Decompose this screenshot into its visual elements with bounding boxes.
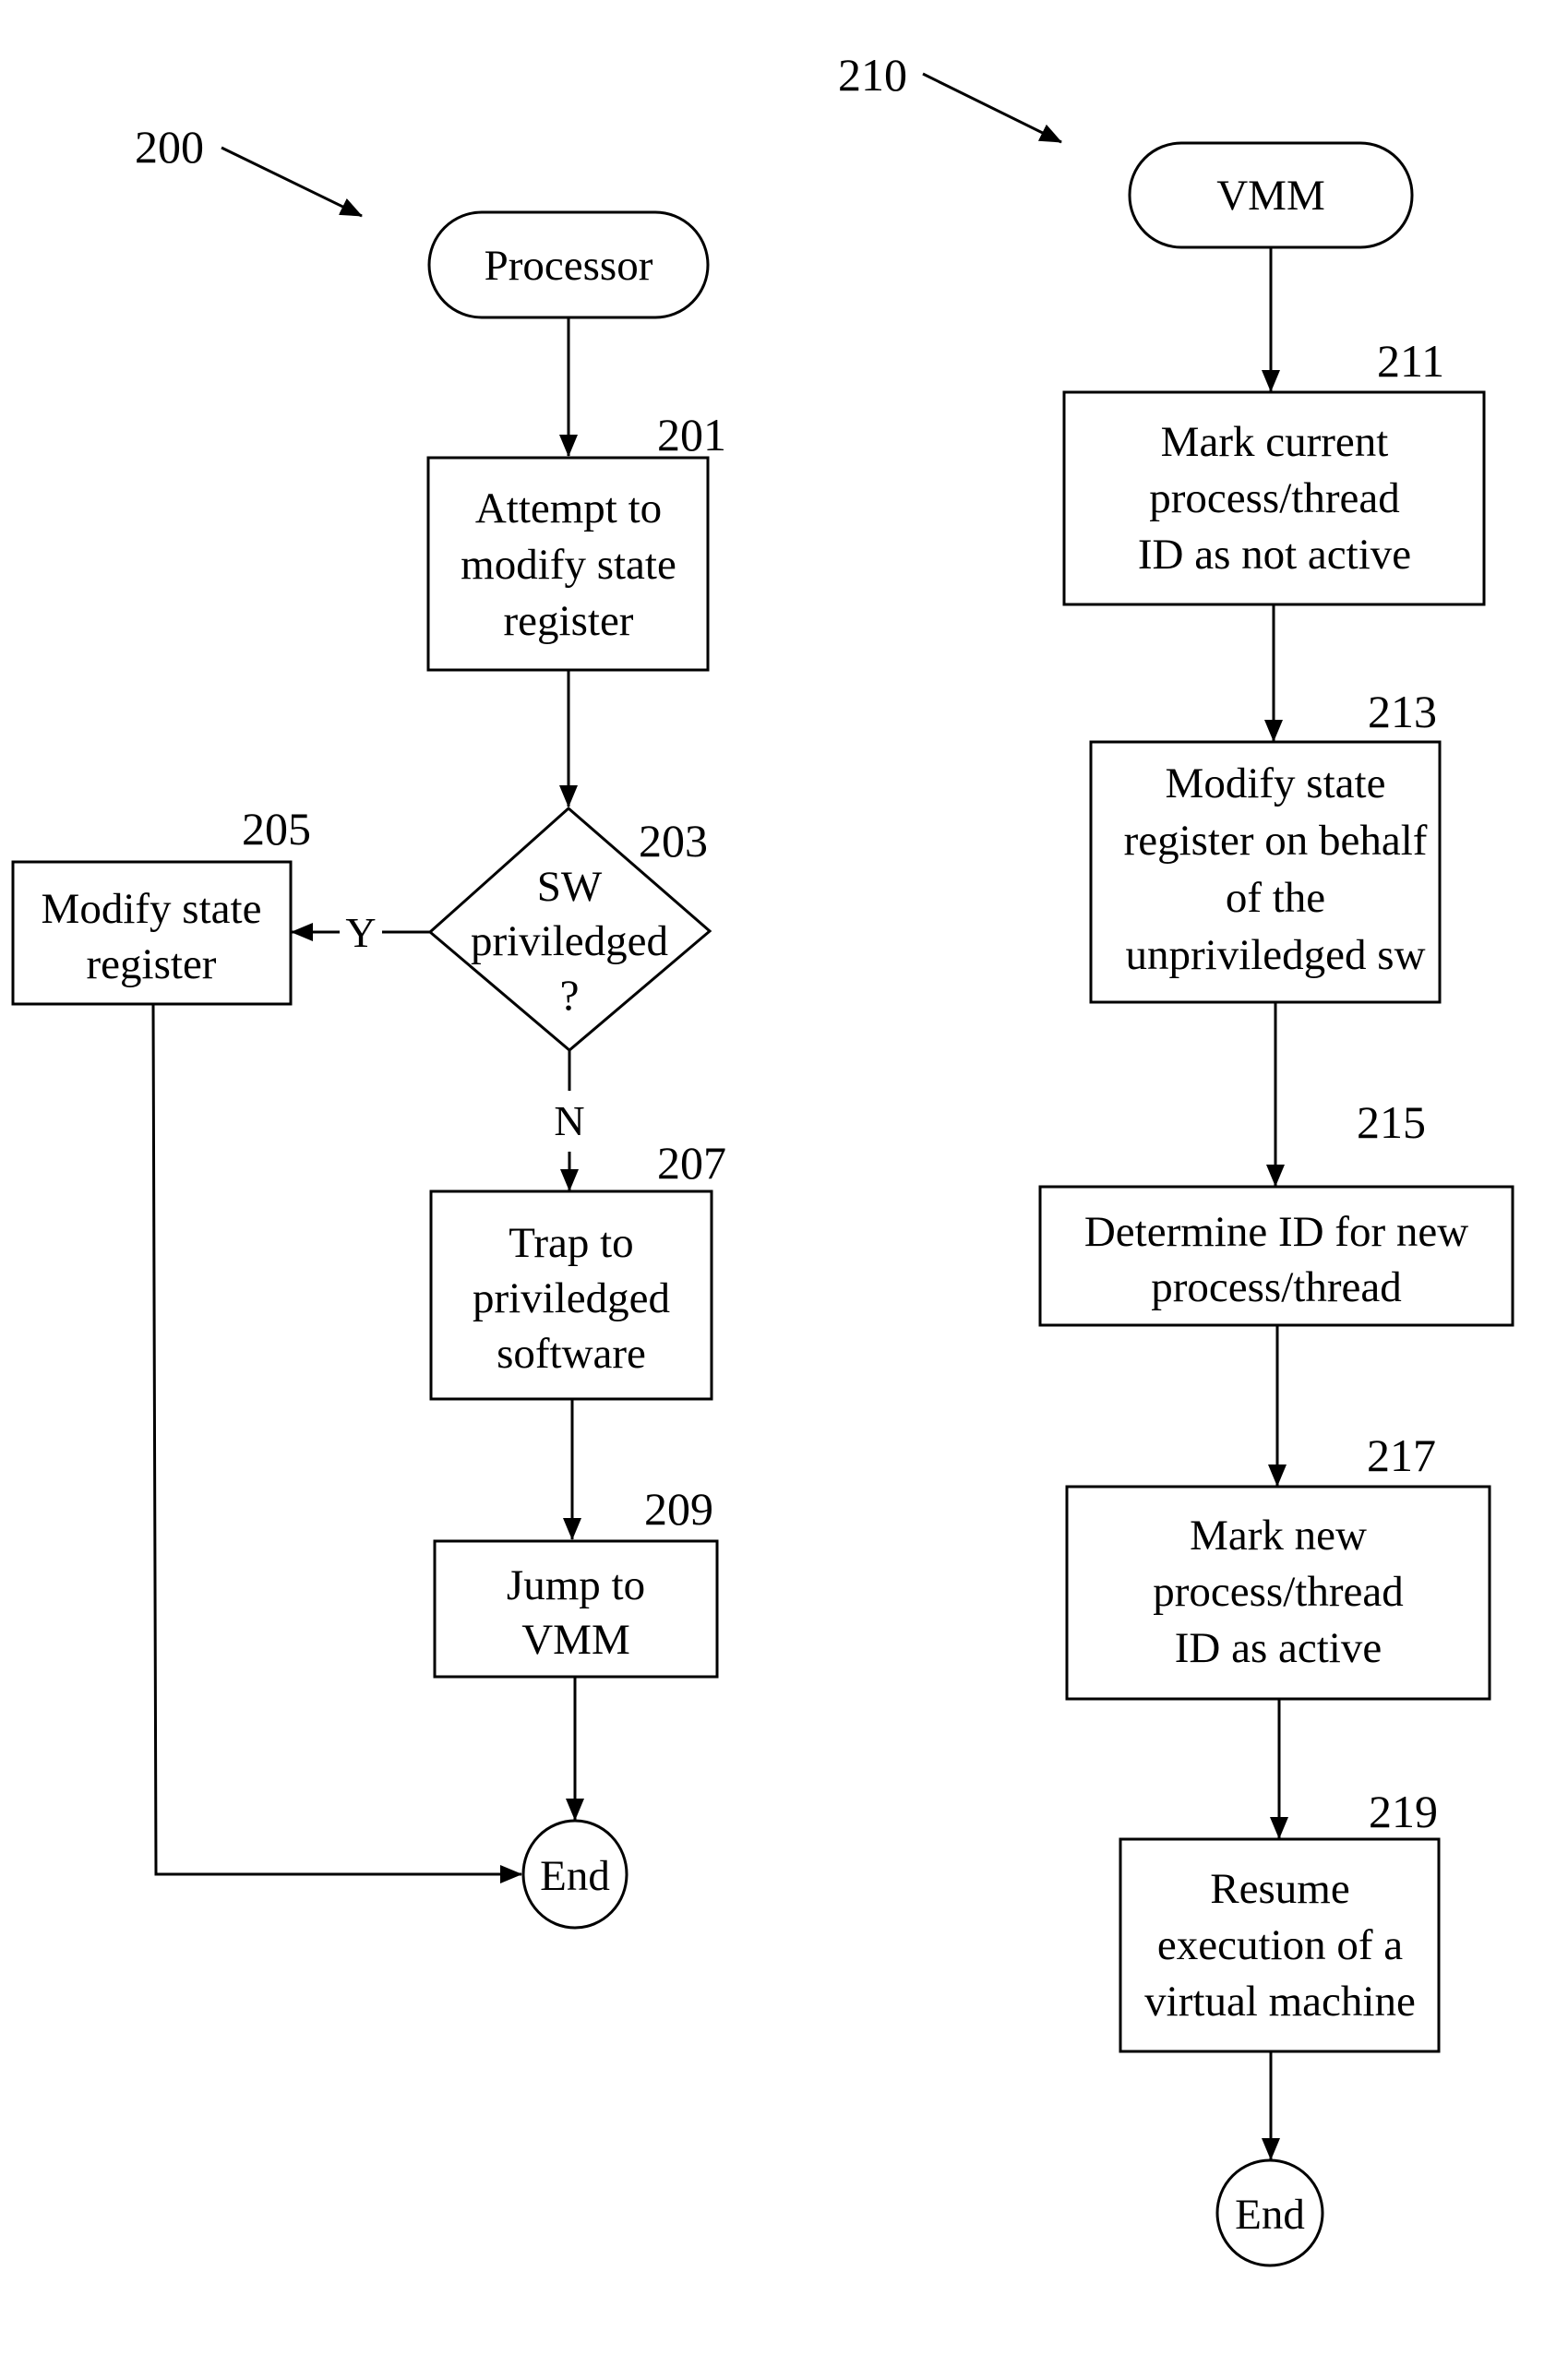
step-219-line-3: virtual machine [1144,1978,1416,2026]
yes-label: Y [345,909,376,956]
step-213: 213 Modify state register on behalf of t… [1089,686,1442,1004]
step-201: 201 Attempt to modify state register [426,409,726,672]
start-label: VMM [1216,172,1325,220]
step-205-line-1: Modify state [42,885,262,933]
decision-203: 203 SW priviledged ? [427,807,712,1052]
step-217-line-3: ID as active [1175,1624,1382,1672]
ref-label-203: 203 [639,815,708,867]
step-201-line-2: modify state [461,541,676,589]
step-201-line-3: register [504,597,634,645]
left-flow: 200 Processor 201 Attempt to modify stat… [11,121,726,1930]
ref-label-217: 217 [1367,1429,1436,1481]
step-205-line-2: register [87,940,217,988]
end-label-left: End [540,1852,610,1900]
end-label-right: End [1235,2191,1305,2239]
ref-label-219: 219 [1369,1786,1438,1837]
start-node-processor: Processor [427,210,710,319]
step-209-line-1: Jump to [507,1561,645,1609]
step-205: 205 Modify state register [11,803,311,1006]
step-215-line-2: process/thread [1151,1263,1401,1311]
ref-label-213: 213 [1368,686,1437,737]
ref-label-207: 207 [657,1137,726,1189]
end-node-right: End [1215,2158,1324,2267]
step-207-line-3: software [497,1330,646,1378]
step-211-line-3: ID as not active [1138,531,1411,579]
step-217-line-1: Mark new [1190,1512,1367,1560]
right-flow: 210 VMM 211 Mark current process/thread … [838,49,1514,2267]
no-label: N [554,1097,584,1144]
step-207-line-2: priviledged [473,1274,670,1322]
step-213-line-1: Modify state [1166,759,1386,807]
ref-pointer-arrow-200 [221,146,363,218]
step-217-line-2: process/thread [1153,1568,1403,1616]
step-209-line-2: VMM [521,1616,630,1664]
end-node-left: End [521,1819,628,1930]
ref-label-215: 215 [1357,1096,1426,1148]
step-211-line-1: Mark current [1161,418,1389,466]
decision-203-line-2: priviledged [471,917,668,965]
ref-label-211: 211 [1377,335,1444,387]
ref-label-201: 201 [657,409,726,460]
start-node-vmm: VMM [1128,141,1414,249]
step-219-line-2: execution of a [1157,1921,1403,1969]
flowchart-figure: 200 Processor 201 Attempt to modify stat… [11,49,1514,2267]
ref-pointer-arrow-210 [922,72,1062,144]
connector-205-to-end [151,1003,522,1883]
step-219-line-1: Resume [1210,1865,1349,1913]
step-209: 209 Jump to VMM [433,1483,719,1679]
ref-label-209: 209 [644,1483,713,1535]
step-211-line-2: process/thread [1149,474,1399,522]
start-label: Processor [485,242,653,290]
ref-label-200: 200 [135,121,204,173]
step-213-line-3: of the [1226,874,1325,922]
step-213-line-4: unpriviledged sw [1125,931,1425,979]
step-211: 211 Mark current process/thread ID as no… [1062,335,1486,606]
step-201-line-1: Attempt to [475,484,662,532]
step-215-line-1: Determine ID for new [1084,1208,1468,1256]
step-207-line-1: Trap to [509,1219,633,1267]
step-213-line-2: register on behalf [1124,817,1428,865]
ref-label-205: 205 [242,803,311,855]
decision-203-line-3: ? [560,972,580,1020]
ref-label-210: 210 [838,49,907,101]
decision-203-line-1: SW [537,863,603,911]
step-207: 207 Trap to priviledged software [429,1137,726,1401]
